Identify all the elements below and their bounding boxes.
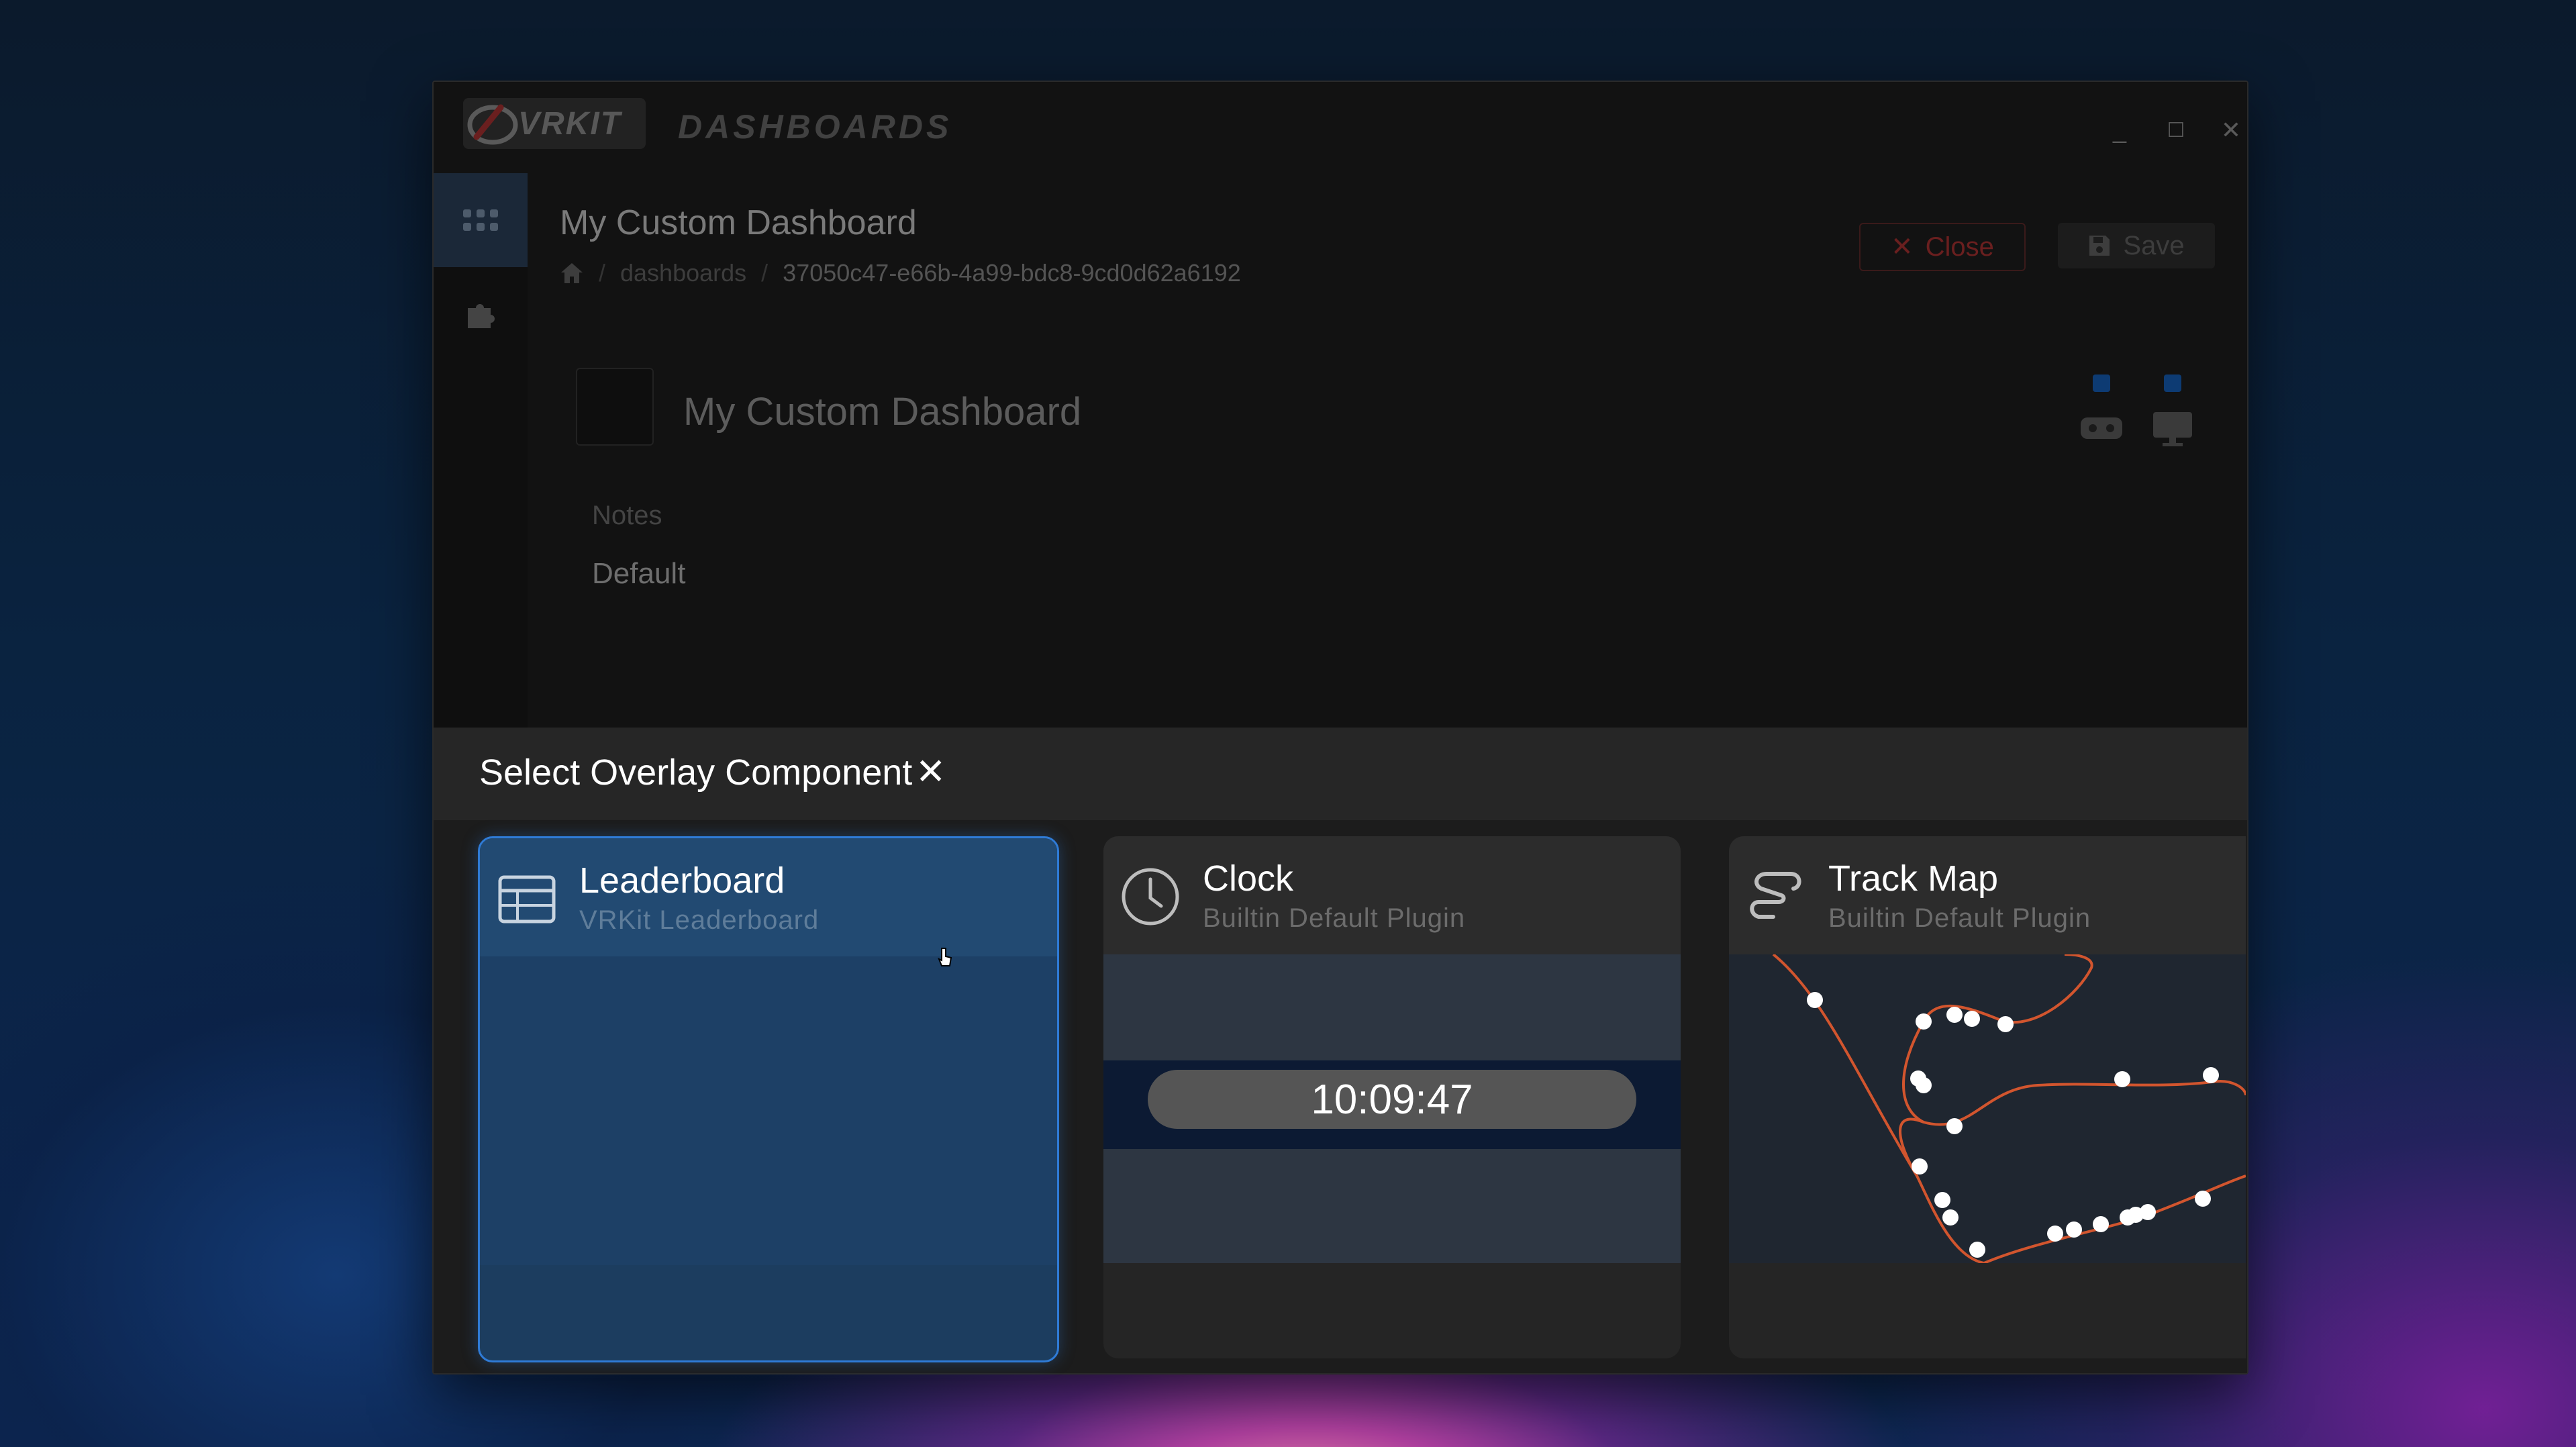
save-button-label: Save [2123, 230, 2185, 260]
logo-text: VRKIT [518, 105, 622, 142]
notes-label: Notes [592, 501, 662, 530]
breadcrumb-separator: / [761, 259, 769, 287]
close-button[interactable]: ✕ Close [1859, 223, 2026, 271]
save-button[interactable]: Save [2058, 223, 2215, 268]
overlay-panel-header: Select Overlay Component ✕ [434, 728, 2247, 820]
component-title: Leaderboard [579, 860, 785, 901]
minimize-button[interactable]: _ [2099, 110, 2140, 150]
track-map-car-markers [1807, 992, 2219, 1258]
notes-field[interactable]: Default [592, 557, 685, 591]
component-subtitle: VRKit Leaderboard [579, 905, 820, 935]
component-card-header: Leaderboard VRKit Leaderboard [480, 838, 1057, 956]
screen-target-checkbox[interactable] [2164, 375, 2181, 392]
table-icon [498, 875, 556, 924]
title-bar: VRKIT DASHBOARDS _ ☐ ✕ [434, 82, 2247, 173]
component-preview [480, 956, 1057, 1265]
maximize-button[interactable]: ☐ [2156, 110, 2196, 150]
app-name: DASHBOARDS [678, 108, 952, 146]
overlay-panel-close-button[interactable]: ✕ [915, 750, 946, 793]
dashboard-icon-picker[interactable] [576, 368, 654, 446]
home-icon[interactable] [560, 262, 584, 285]
component-card-track-map[interactable]: Track Map Builtin Default Plugin [1729, 836, 2246, 1358]
clock-icon [1122, 868, 1179, 926]
breadcrumb-current: 37050c47-e66b-4a99-bdc8-9cd0d62a6192 [783, 259, 1241, 287]
sidebar-item-dashboards[interactable] [434, 173, 528, 267]
component-card-clock[interactable]: Clock Builtin Default Plugin 10:09:47 [1103, 836, 1681, 1358]
overlay-panel-title: Select Overlay Component [479, 752, 913, 793]
vr-target-checkbox[interactable] [2093, 375, 2110, 392]
app-logo: VRKIT [463, 98, 646, 149]
clock-preview-band: 10:09:47 [1103, 1060, 1681, 1149]
track-map-preview [1772, 953, 2246, 1264]
dashboard-name-field[interactable]: My Custom Dashboard [683, 389, 1081, 434]
close-button-label: Close [1925, 232, 1994, 262]
component-subtitle: Builtin Default Plugin [1203, 903, 1466, 933]
clock-preview-time: 10:09:47 [1148, 1070, 1636, 1129]
grid-icon [463, 209, 498, 231]
mouse-cursor-icon [938, 948, 952, 966]
component-subtitle: Builtin Default Plugin [1828, 903, 2091, 933]
component-preview [1729, 953, 2246, 1264]
component-title: Track Map [1828, 858, 1999, 899]
component-card-header: Track Map Builtin Default Plugin [1729, 836, 2246, 954]
page-title: My Custom Dashboard [560, 203, 917, 242]
sidebar [434, 173, 528, 817]
save-icon [2089, 236, 2110, 256]
breadcrumb-separator: / [599, 259, 606, 287]
puzzle-icon [468, 304, 495, 328]
sidebar-item-plugins[interactable] [434, 267, 528, 361]
close-icon: ✕ [1891, 232, 1914, 262]
component-title: Clock [1203, 858, 1294, 899]
component-card-leaderboard[interactable]: Leaderboard VRKit Leaderboard [478, 836, 1059, 1362]
track-map-icon [1750, 872, 1801, 919]
breadcrumb-dashboards-link[interactable]: dashboards [620, 259, 746, 287]
component-preview: 10:09:47 [1103, 954, 1681, 1263]
monitor-icon [2153, 412, 2192, 446]
vr-headset-icon [2081, 417, 2122, 439]
breadcrumb: / dashboards / 37050c47-e66b-4a99-bdc8-9… [560, 259, 1241, 287]
window-close-button[interactable]: ✕ [2211, 110, 2247, 150]
component-card-header: Clock Builtin Default Plugin [1103, 836, 1681, 954]
